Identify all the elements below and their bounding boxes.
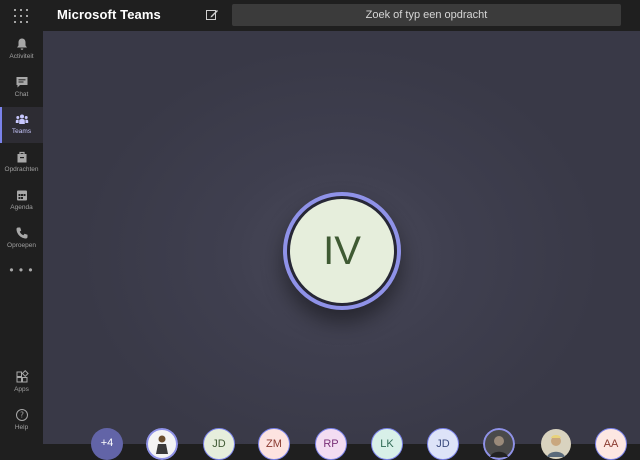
participant-avatar[interactable]: RP: [315, 428, 347, 460]
participant-avatar[interactable]: JD: [203, 428, 235, 460]
rail-label-help: Help: [14, 424, 29, 431]
active-speaker-initials: IV: [290, 199, 394, 303]
app-title: Microsoft Teams: [57, 7, 161, 22]
app-rail: Activiteit Chat Teams Opdrachten Agenda …: [0, 31, 43, 444]
rail-label-teams: Teams: [11, 128, 32, 135]
app-grid-icon[interactable]: [13, 8, 29, 24]
participant-avatar-photo[interactable]: [146, 428, 178, 460]
rail-item-apps[interactable]: Apps: [0, 365, 43, 401]
top-bar: Microsoft Teams Zoek of typ een opdracht: [0, 0, 640, 31]
rail-item-assignments[interactable]: Opdrachten: [0, 145, 43, 181]
assignments-icon: [17, 151, 26, 163]
participant-avatar-photo[interactable]: [483, 428, 515, 460]
participant-avatar-photo[interactable]: [540, 428, 572, 460]
rail-item-help[interactable]: ? Help: [0, 403, 43, 439]
participant-avatar[interactable]: LK: [371, 428, 403, 460]
chat-icon: [16, 77, 27, 88]
more-apps-button[interactable]: • • •: [0, 263, 43, 277]
rail-item-activity[interactable]: Activiteit: [0, 32, 43, 68]
participant-avatar[interactable]: AA: [595, 428, 627, 460]
help-icon: ?: [15, 409, 28, 421]
svg-text:?: ?: [20, 411, 24, 420]
rail-label-chat: Chat: [14, 91, 29, 98]
calendar-icon: [16, 190, 27, 201]
rail-label-assignments: Opdrachten: [4, 166, 39, 173]
apps-icon: [16, 370, 29, 383]
rail-label-apps: Apps: [14, 386, 29, 393]
participant-photo-icon: [146, 428, 178, 460]
compose-icon[interactable]: [205, 8, 219, 22]
rail-item-calendar[interactable]: Agenda: [0, 183, 43, 219]
participant-avatar[interactable]: ZM: [258, 428, 290, 460]
search-input[interactable]: Zoek of typ een opdracht: [232, 4, 621, 26]
bell-icon: [16, 38, 27, 50]
participant-photo-icon: [483, 428, 515, 460]
participant-photo-icon: [541, 429, 571, 459]
rail-item-chat[interactable]: Chat: [0, 70, 43, 106]
rail-label-activity: Activiteit: [9, 53, 34, 60]
call-stage: IV +4 JD ZM RP LK JD AA: [43, 31, 640, 460]
participant-avatar[interactable]: JD: [427, 428, 459, 460]
overflow-participants-badge[interactable]: +4: [91, 428, 123, 460]
rail-item-calls[interactable]: Oproepen: [0, 221, 43, 257]
teams-icon: [15, 114, 28, 124]
rail-item-teams[interactable]: Teams: [0, 107, 43, 143]
rail-label-calls: Oproepen: [7, 242, 36, 249]
phone-icon: [16, 227, 27, 239]
rail-label-calendar: Agenda: [10, 204, 33, 211]
active-speaker-avatar[interactable]: IV: [283, 192, 401, 310]
